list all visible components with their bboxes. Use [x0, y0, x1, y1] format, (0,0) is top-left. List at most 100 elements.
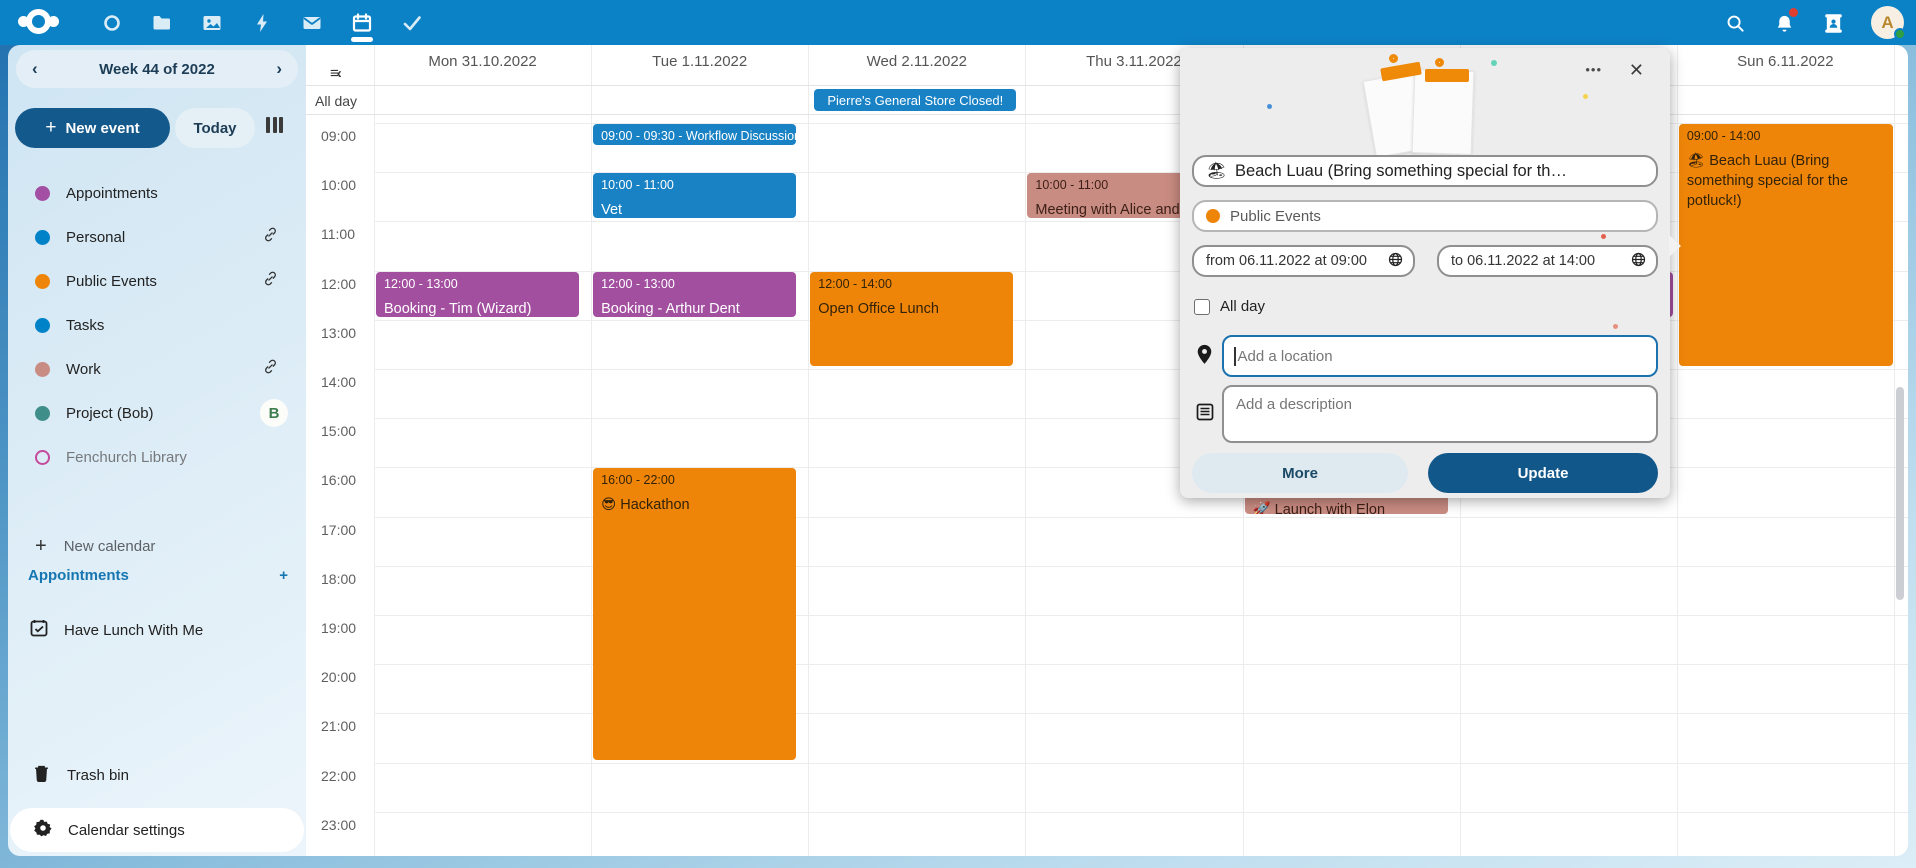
- new-event-button[interactable]: + New event: [15, 108, 170, 148]
- time-label: 22:00: [321, 768, 356, 784]
- mail-app-icon[interactable]: [299, 10, 325, 36]
- sidebar-calendar-appointments[interactable]: Appointments: [8, 171, 306, 215]
- event-title: 😎 Hackathon: [601, 495, 788, 515]
- nextcloud-logo-icon[interactable]: [18, 9, 59, 34]
- event-text: 09:00 - 09:30 - Workflow Discussion: [601, 129, 788, 143]
- calendar-color-dot: [35, 406, 50, 421]
- sidebar-calendar-project-bob-[interactable]: Project (Bob)B: [8, 391, 306, 435]
- event-title-input[interactable]: 🏖 Beach Luau (Bring something special fo…: [1192, 155, 1658, 187]
- calendar-color-dot: [35, 318, 50, 333]
- more-button[interactable]: More: [1192, 453, 1408, 493]
- all-day-event[interactable]: Pierre's General Store Closed!: [814, 89, 1016, 111]
- search-icon[interactable]: [1722, 10, 1748, 36]
- folder-app-icon[interactable]: [149, 10, 175, 36]
- calendar-label: Tasks: [66, 317, 104, 334]
- avatar[interactable]: A: [1871, 6, 1904, 39]
- time-label: 09:00: [321, 128, 356, 144]
- all-day-toggle[interactable]: All day: [1194, 298, 1265, 315]
- ring-app-icon[interactable]: [99, 10, 125, 36]
- timezone-globe-icon[interactable]: [1388, 252, 1403, 271]
- description-input[interactable]: Add a description: [1222, 385, 1658, 443]
- vertical-scrollbar[interactable]: [1896, 387, 1904, 600]
- lightning-app-icon[interactable]: [249, 10, 275, 36]
- active-app-indicator: [351, 37, 373, 42]
- event-title-text: Beach Luau (Bring something special for …: [1235, 162, 1567, 181]
- time-label: 12:00: [321, 276, 356, 292]
- collapse-sidebar-icon[interactable]: ≡‹: [330, 65, 340, 82]
- calendar-color-dot: [1206, 209, 1220, 223]
- event-time: 10:00 - 11:00: [601, 178, 788, 192]
- end-date-input[interactable]: to 06.11.2022 at 14:00: [1437, 245, 1658, 277]
- calendar-label: Fenchurch Library: [66, 449, 187, 466]
- share-link-icon[interactable]: [261, 225, 280, 249]
- event-title: Booking - Arthur Dent: [601, 299, 788, 317]
- prev-week-button[interactable]: ‹: [32, 59, 38, 79]
- week-label: Week 44 of 2022: [99, 61, 215, 78]
- calendar-event[interactable]: 12:00 - 13:00Booking - Tim (Wizard): [376, 272, 579, 317]
- calendar-app-icon[interactable]: [349, 10, 375, 36]
- trash-icon: [33, 764, 50, 786]
- all-day-checkbox[interactable]: [1194, 299, 1210, 315]
- popup-actions-menu[interactable]: •••: [1579, 56, 1608, 83]
- appointment-item[interactable]: Have Lunch With Me: [30, 619, 203, 641]
- calendar-event[interactable]: 12:00 - 13:00 Booking - Arthur Dent: [593, 272, 796, 317]
- sidebar-calendar-fenchurch-library[interactable]: Fenchurch Library: [8, 435, 306, 479]
- calendar-label: Public Events: [66, 273, 157, 290]
- view-mode-icon[interactable]: [266, 117, 283, 133]
- calendar-label: Project (Bob): [66, 405, 154, 422]
- event-title-emoji: 🏖: [1206, 162, 1227, 181]
- appointments-section: Appointments +: [28, 567, 288, 584]
- calendar-color-dot: [35, 186, 50, 201]
- today-button[interactable]: Today: [175, 108, 255, 148]
- sidebar-calendar-tasks[interactable]: Tasks: [8, 303, 306, 347]
- calendar-event[interactable]: 10:00 - 11:00 Vet: [593, 173, 796, 218]
- sidebar-calendar-public-events[interactable]: Public Events: [8, 259, 306, 303]
- week-navigation: ‹ Week 44 of 2022 ›: [16, 50, 298, 88]
- add-appointment-button[interactable]: +: [279, 567, 288, 584]
- calendar-select[interactable]: Public Events: [1192, 200, 1658, 232]
- close-icon[interactable]: ✕: [1625, 56, 1648, 85]
- description-icon: [1196, 403, 1214, 426]
- calendar-label: Appointments: [66, 185, 158, 202]
- event-title: 🏖 Beach Luau (Bring something special fo…: [1687, 151, 1885, 211]
- top-bar: A: [0, 0, 1916, 45]
- sidebar-calendar-personal[interactable]: Personal: [8, 215, 306, 259]
- time-label: 10:00: [321, 177, 356, 193]
- time-label: 18:00: [321, 571, 356, 587]
- timezone-globe-icon[interactable]: [1631, 252, 1646, 271]
- trash-bin-button[interactable]: Trash bin: [33, 764, 129, 786]
- event-title: Vet: [601, 200, 788, 218]
- notification-dot: [1789, 8, 1798, 17]
- update-button[interactable]: Update: [1428, 453, 1658, 493]
- start-date-input[interactable]: from 06.11.2022 at 09:00: [1192, 245, 1415, 277]
- sidebar-calendar-work[interactable]: Work: [8, 347, 306, 391]
- event-time: 12:00 - 13:00: [601, 277, 788, 291]
- bell-icon[interactable]: [1771, 10, 1797, 36]
- time-label: 19:00: [321, 620, 356, 636]
- clipboard-illustration: [1355, 56, 1505, 154]
- time-label: 16:00: [321, 472, 356, 488]
- event-editor-popup: ••• ✕ 🏖 Beach Luau (Bring something spec…: [1180, 48, 1670, 498]
- calendar-settings-button[interactable]: Calendar settings: [10, 808, 304, 852]
- time-label: 21:00: [321, 718, 356, 734]
- calendar-event[interactable]: 09:00 - 09:30 - Workflow Discussion: [593, 124, 796, 145]
- sidebar: ‹ Week 44 of 2022 › + New event Today Ap…: [8, 45, 306, 856]
- time-label: 11:00: [321, 226, 355, 242]
- location-input[interactable]: Add a location: [1222, 335, 1658, 377]
- next-week-button[interactable]: ›: [276, 59, 282, 79]
- time-label: 13:00: [321, 325, 356, 341]
- calendar-event[interactable]: 09:00 - 14:00 🏖 Beach Luau (Bring somethi…: [1679, 124, 1893, 366]
- share-link-icon[interactable]: [261, 269, 280, 293]
- calendar-label: Work: [66, 361, 101, 378]
- calendar-event[interactable]: 16:00 - 22:00😎 Hackathon: [593, 468, 796, 759]
- image-app-icon[interactable]: [199, 10, 225, 36]
- appointment-label: Have Lunch With Me: [64, 622, 203, 639]
- share-link-icon[interactable]: [261, 357, 280, 381]
- calendar-color-dot: [35, 230, 50, 245]
- new-calendar-button[interactable]: + New calendar: [35, 535, 155, 558]
- event-time: 09:00 - 14:00: [1687, 129, 1885, 143]
- time-label: 17:00: [321, 522, 356, 538]
- calendar-event[interactable]: 12:00 - 14:00Open Office Lunch: [810, 272, 1013, 366]
- check-app-icon[interactable]: [399, 10, 425, 36]
- contacts-icon[interactable]: [1820, 10, 1846, 36]
